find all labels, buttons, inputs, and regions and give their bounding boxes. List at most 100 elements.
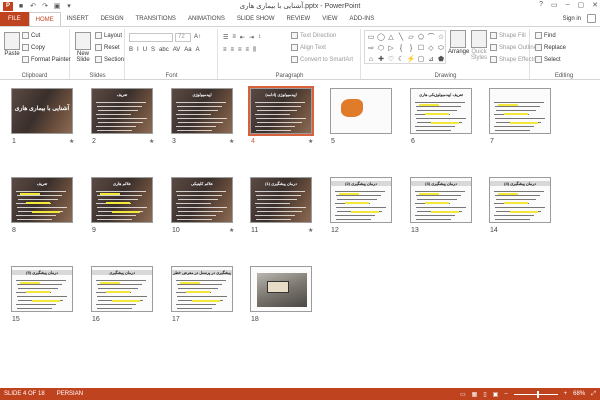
shapes-gallery[interactable]: ▭ ◯ △ ╲ ▱ ⬠ ⌒ ☆ ⇨ ⬡ ▷{} ☐ ◇ ⬭ ⌂ ✚ ♡ ☾ ⚡ ▢ ⊿ ⬟ bbox=[364, 30, 446, 64]
animation-star-icon[interactable]: ★ bbox=[308, 138, 313, 145]
shape-option[interactable]: ⌂ bbox=[366, 54, 376, 65]
copy-button[interactable]: Copy bbox=[22, 44, 45, 51]
quick-styles-button[interactable]: Quick Styles bbox=[470, 30, 488, 61]
replace-button[interactable]: Replace bbox=[535, 44, 566, 51]
shape-option[interactable]: ▱ bbox=[406, 32, 416, 43]
maximize-icon[interactable]: ▢ bbox=[578, 1, 585, 9]
shape-option[interactable]: ⌒ bbox=[426, 32, 436, 43]
shape-option[interactable]: ☐ bbox=[416, 43, 426, 54]
slide-thumbnail[interactable]: علائم کلینیکی bbox=[171, 177, 233, 223]
slide-thumbnail[interactable]: اپیدمیولوژی bbox=[171, 88, 233, 134]
ribbon-display-icon[interactable]: ▭ bbox=[551, 1, 558, 9]
convert-smartart-button[interactable]: Convert to SmartArt bbox=[291, 56, 353, 63]
zoom-slider-thumb[interactable] bbox=[536, 390, 539, 398]
char-spacing-button[interactable]: AV bbox=[173, 47, 181, 53]
shape-option[interactable]: ♡ bbox=[386, 54, 396, 65]
slide-thumbnail[interactable] bbox=[489, 88, 551, 134]
shape-option[interactable]: } bbox=[406, 43, 416, 54]
tab-slide-show[interactable]: SLIDE SHOW bbox=[231, 12, 281, 26]
justify-icon[interactable]: ≡ bbox=[246, 47, 250, 54]
slideshow-view-icon[interactable]: ▣ bbox=[493, 391, 499, 398]
slide-thumbnail[interactable]: درمان پیشگیری (5) bbox=[11, 266, 73, 312]
align-left-icon[interactable]: ≡ bbox=[223, 47, 227, 54]
zoom-level[interactable]: 68% bbox=[573, 391, 585, 397]
slide-thumbnail[interactable]: اپیدمیولوژی (ادامه) bbox=[248, 86, 314, 136]
shape-option[interactable]: ⬟ bbox=[436, 54, 446, 65]
shape-option[interactable]: ⬡ bbox=[376, 43, 386, 54]
normal-view-icon[interactable]: ▭ bbox=[460, 391, 466, 398]
line-spacing-icon[interactable]: ↕ bbox=[258, 34, 261, 41]
zoom-slider[interactable] bbox=[513, 390, 558, 398]
avatar[interactable] bbox=[587, 14, 596, 23]
animation-star-icon[interactable]: ★ bbox=[149, 138, 154, 145]
slide-thumbnail[interactable]: علائم هاری bbox=[91, 177, 153, 223]
numbering-icon[interactable]: ≡ bbox=[232, 34, 236, 41]
shape-option[interactable]: ⬠ bbox=[416, 32, 426, 43]
italic-button[interactable]: I bbox=[137, 47, 139, 53]
shape-option[interactable]: ✚ bbox=[376, 54, 386, 65]
shape-option[interactable]: ▷ bbox=[386, 43, 396, 54]
tab-add-ins[interactable]: ADD-INS bbox=[344, 12, 381, 26]
help-icon[interactable]: ? bbox=[539, 1, 543, 9]
align-right-icon[interactable]: ≡ bbox=[238, 47, 242, 54]
tab-design[interactable]: DESIGN bbox=[95, 12, 130, 26]
increase-indent-icon[interactable]: ⇥ bbox=[249, 34, 254, 41]
slide-thumbnail[interactable]: درمان پیشگیری bbox=[91, 266, 153, 312]
shape-option[interactable]: ☾ bbox=[396, 54, 406, 65]
shape-option[interactable]: ◇ bbox=[426, 43, 436, 54]
zoom-in-icon[interactable]: + bbox=[564, 391, 568, 397]
bold-button[interactable]: B bbox=[129, 47, 133, 53]
shape-option[interactable]: { bbox=[396, 43, 406, 54]
underline-button[interactable]: U bbox=[143, 47, 147, 53]
cut-button[interactable]: Cut bbox=[22, 32, 40, 39]
shape-option[interactable]: ▢ bbox=[416, 54, 426, 65]
decrease-indent-icon[interactable]: ⇤ bbox=[240, 34, 245, 41]
tab-review[interactable]: REVIEW bbox=[281, 12, 317, 26]
tab-insert[interactable]: INSERT bbox=[61, 12, 95, 26]
animation-star-icon[interactable]: ★ bbox=[229, 138, 234, 145]
bullets-icon[interactable]: ☰ bbox=[223, 34, 228, 41]
strikethrough-button[interactable]: abc bbox=[159, 47, 169, 53]
change-case-button[interactable]: Aa bbox=[184, 47, 191, 53]
slide-thumbnail[interactable]: آشنایی با بیماری هاری bbox=[11, 88, 73, 134]
tab-transitions[interactable]: TRANSITIONS bbox=[130, 12, 182, 26]
shape-fill-button[interactable]: Shape Fill bbox=[490, 32, 526, 39]
align-text-button[interactable]: Align Text bbox=[291, 44, 326, 51]
arrange-button[interactable]: Arrange bbox=[448, 30, 469, 55]
new-slide-button[interactable]: New Slide bbox=[73, 32, 93, 63]
slide-thumbnail[interactable]: پیشگیری در پرسنل در معرض خطر bbox=[171, 266, 233, 312]
shape-option[interactable]: ◯ bbox=[376, 32, 386, 43]
columns-icon[interactable]: ⫼ bbox=[253, 47, 256, 54]
tab-view[interactable]: VIEW bbox=[316, 12, 343, 26]
tab-animations[interactable]: ANIMATIONS bbox=[182, 12, 231, 26]
reset-button[interactable]: Reset bbox=[95, 44, 120, 51]
reading-view-icon[interactable]: ▯ bbox=[483, 391, 486, 398]
slide-thumbnail[interactable]: درمان پیشگیری (4) bbox=[489, 177, 551, 223]
minimize-icon[interactable]: – bbox=[566, 1, 570, 9]
layout-button[interactable]: Layout bbox=[95, 32, 122, 39]
text-direction-button[interactable]: Text Direction bbox=[291, 32, 336, 39]
animation-star-icon[interactable]: ★ bbox=[308, 227, 313, 234]
font-name-input[interactable] bbox=[129, 33, 173, 42]
shadow-button[interactable]: S bbox=[151, 47, 155, 53]
fit-slide-icon[interactable]: ⤢ bbox=[591, 391, 596, 398]
section-button[interactable]: Section bbox=[95, 56, 124, 63]
paste-button[interactable]: Paste bbox=[3, 32, 21, 57]
slide-thumbnail[interactable]: درمان پیشگیری (3) bbox=[410, 177, 472, 223]
shape-effects-button[interactable]: Shape Effects bbox=[490, 56, 536, 63]
shape-outline-button[interactable]: Shape Outline bbox=[490, 44, 537, 51]
slide-sorter-view-icon[interactable]: ▦ bbox=[472, 391, 478, 398]
slide-thumbnail[interactable]: تعریف bbox=[11, 177, 73, 223]
find-button[interactable]: Find bbox=[535, 32, 556, 39]
close-icon[interactable]: ✕ bbox=[592, 1, 598, 9]
slide-thumbnail[interactable]: درمان پیشگیری (2) bbox=[330, 177, 392, 223]
language-indicator[interactable]: PERSIAN bbox=[57, 391, 83, 397]
slide-thumbnail[interactable]: تعریف اپیدمیولوژیکی هاری bbox=[410, 88, 472, 134]
tab-file[interactable]: FILE bbox=[0, 12, 29, 26]
shape-option[interactable]: ⇨ bbox=[366, 43, 376, 54]
shape-option[interactable]: ⚡ bbox=[406, 54, 416, 65]
grow-font-icon[interactable]: A↑ bbox=[194, 34, 201, 40]
slide-thumbnail[interactable]: درمان پیشگیری (1) bbox=[250, 177, 312, 223]
format-painter-button[interactable]: Format Painter bbox=[22, 56, 71, 63]
shape-option[interactable]: ☆ bbox=[436, 32, 446, 43]
